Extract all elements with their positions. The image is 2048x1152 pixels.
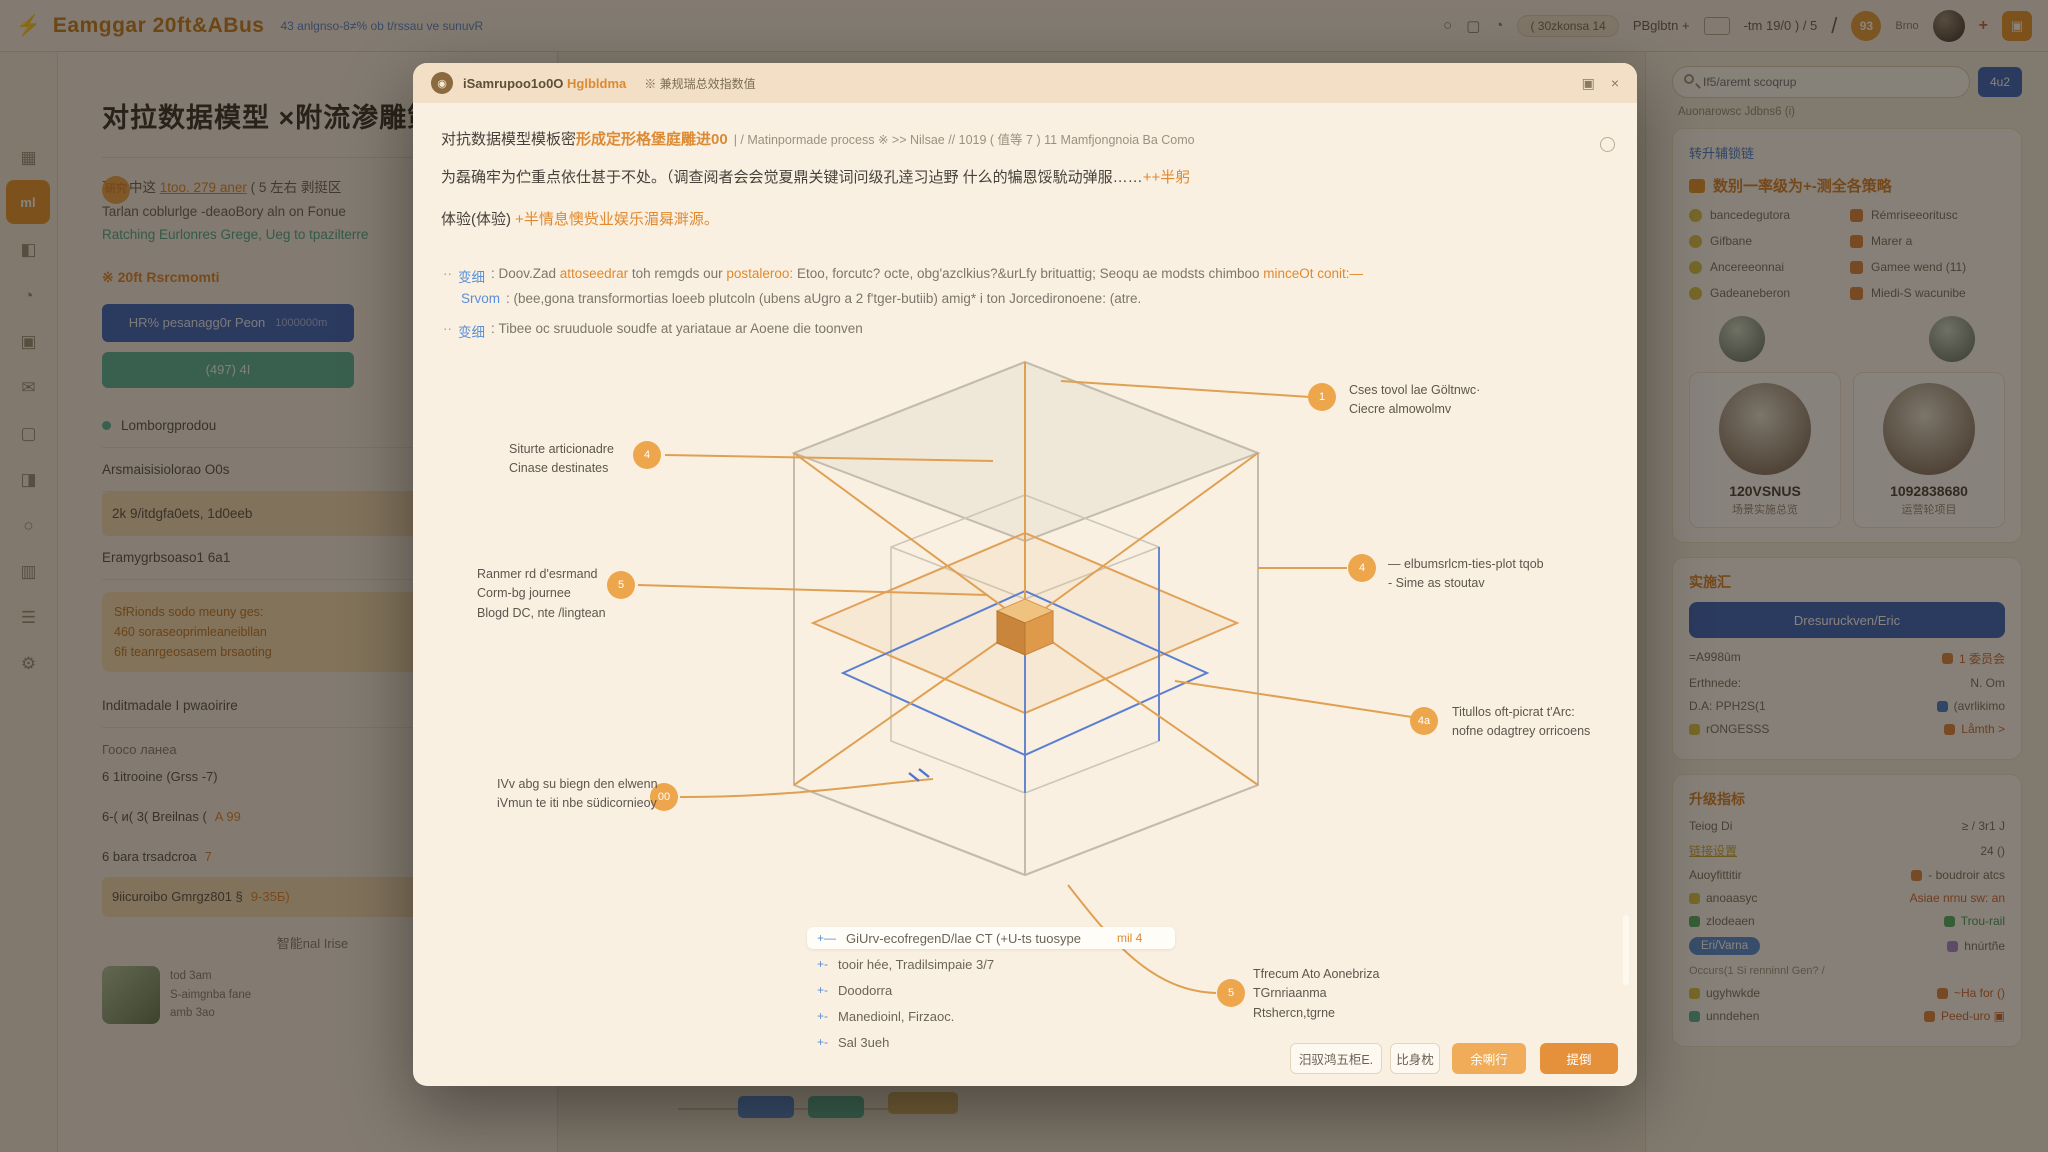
modal-title: iSamrupoo1o0O Hglbldma xyxy=(463,76,626,91)
bullet-text: : Doov.Zad attoseedrar toh remgds our po… xyxy=(491,266,1363,286)
list-row-text: tooir hée, Tradilsimpaie 3/7 xyxy=(838,957,994,972)
diagram-label: IVv abg su biegn den elwenniVmun te iti … xyxy=(497,775,658,814)
line3-accent: +半情息懊赀业娱乐湄曻溿源。 xyxy=(515,211,719,228)
list-row-tag: mil 4 xyxy=(1117,931,1142,945)
edit-layout-button[interactable]: 汨驭鸿五柜E. xyxy=(1290,1043,1382,1074)
line2-text: 为磊确牢为伫重点依仕甚于不处。（调查阅者会会觉夏鼎关键词问级孔逹习迠野 什么的犏… xyxy=(441,169,1143,186)
submit-button[interactable]: 提倒 xyxy=(1540,1043,1618,1074)
diagram-label: Titullos oft-picrat t'Arc:nofne odagtrey… xyxy=(1452,703,1590,742)
line2-accent: ++半躬 xyxy=(1143,169,1191,186)
modal-line-1: 对抗数据模型模板密形成定形格堡庭雕进00 | / Matinpormade pro… xyxy=(441,129,1591,152)
bullet-row: Srvom : (bee,gona transformortias loeeb … xyxy=(443,291,1577,306)
dash-icon: ·· xyxy=(443,321,452,341)
plus-bullet-icon: +— xyxy=(817,931,836,945)
modal-title-accent: Hglbldma xyxy=(567,76,626,91)
plus-bullet-icon: +- xyxy=(817,957,828,971)
bullet-label: Srvom xyxy=(461,291,500,306)
modal-line-2: 为磊确牢为伫重点依仕甚于不处。（调查阅者会会觉夏鼎关键词问级孔逹习迠野 什么的犏… xyxy=(441,167,1591,190)
plus-bullet-icon: +- xyxy=(817,983,828,997)
line1-accent: 形成定形格堡庭雕进00 xyxy=(576,131,728,148)
diagram-label: Ranmer rd d'esrmandCorm-bg journeeBlogd … xyxy=(477,565,606,623)
bullet-row: ·· 变细 : Doov.Zad attoseedrar toh remgds … xyxy=(443,266,1577,286)
diagram-label: Cses tovol lae Göltnwc·Ciecre almowolmv xyxy=(1349,381,1480,420)
list-row-text: Sal 3ueh xyxy=(838,1035,889,1050)
modal-dialog: ◉ iSamrupoo1o0O Hglbldma ※ 兼规瑞总效指数值 ▣ × … xyxy=(413,63,1637,1086)
diagram-badge[interactable]: 4a xyxy=(1410,707,1438,735)
dialog-avatar-icon: ◉ xyxy=(431,72,453,94)
line1-dark: 对抗数据模型模板密 xyxy=(441,131,576,148)
list-row-highlighted[interactable]: +— GiUrv-ecofregenD/lae CT (+U-ts tuosyp… xyxy=(807,927,1175,949)
modal-title-main: iSamrupoo1o0O xyxy=(463,76,563,91)
diagram-badge[interactable]: 5 xyxy=(607,571,635,599)
list-row-text: GiUrv-ecofregenD/lae CT (+U-ts tuosype xyxy=(846,931,1081,946)
bullet-label: 变细 xyxy=(458,321,485,341)
list-row[interactable]: +- Sal 3ueh xyxy=(817,1031,1175,1053)
list-row[interactable]: +- Doodorra xyxy=(817,979,1175,1001)
diagram-bottom-list: +— GiUrv-ecofregenD/lae CT (+U-ts tuosyp… xyxy=(817,927,1175,1057)
line1-breadcrumb: | / Matinpormade process ※ >> Nilsae // … xyxy=(734,133,1195,147)
bullet-text: : (bee,gona transformortias loeeb plutco… xyxy=(506,291,1141,306)
diagram-label: — elbumsrlcm-ties-plot tqob- Sime as sto… xyxy=(1388,555,1544,594)
screen: ⚡ Eamggar 20ft&ABus 43 anlgnso-8≠% ob t/… xyxy=(0,0,2048,1152)
list-row-text: Doodorra xyxy=(838,983,892,998)
diagram-label: Tfrecum Ato AonebrizaTGrnriaanmaRtshercn… xyxy=(1253,965,1379,1023)
list-row[interactable]: +- tooir hée, Tradilsimpaie 3/7 xyxy=(817,953,1175,975)
diagram-badge[interactable]: 5 xyxy=(1217,979,1245,1007)
diagram-badge[interactable]: 4 xyxy=(633,441,661,469)
list-row-text: Manedioinl, Firzaoc. xyxy=(838,1009,954,1024)
copy-icon[interactable]: ▣ xyxy=(1582,75,1595,92)
diagram-label: Siturte articionadreCinase destinates xyxy=(509,440,614,479)
bullet-row: ·· 变细 : Tibee oc sruuduole soudfe at yar… xyxy=(443,321,1577,341)
list-row[interactable]: +- Manedioinl, Firzaoc. xyxy=(817,1005,1175,1027)
dash-icon: ·· xyxy=(443,266,452,286)
plus-bullet-icon: +- xyxy=(817,1035,828,1049)
refresh-circle-icon[interactable] xyxy=(1600,137,1615,152)
close-icon[interactable]: × xyxy=(1611,75,1619,92)
modal-header: ◉ iSamrupoo1o0O Hglbldma ※ 兼规瑞总效指数值 ▣ × xyxy=(413,63,1637,103)
bullet-text: : Tibee oc sruuduole soudfe at yariataue… xyxy=(491,321,863,341)
diagram-badge[interactable]: 1 xyxy=(1308,383,1336,411)
bullet-label: 变细 xyxy=(458,266,485,286)
continue-button[interactable]: 余唎行 xyxy=(1452,1043,1526,1074)
compare-button[interactable]: 比身枕 xyxy=(1390,1043,1440,1074)
plus-bullet-icon: +- xyxy=(817,1009,828,1023)
diagram-badge[interactable]: 4 xyxy=(1348,554,1376,582)
modal-subtitle: ※ 兼规瑞总效指数值 xyxy=(644,75,755,92)
modal-scrollbar-thumb[interactable] xyxy=(1623,915,1629,985)
modal-line-3: 体验(体验) +半情息懊赀业娱乐湄曻溿源。 xyxy=(441,209,1591,232)
line3-text: 体验(体验) xyxy=(441,211,515,228)
